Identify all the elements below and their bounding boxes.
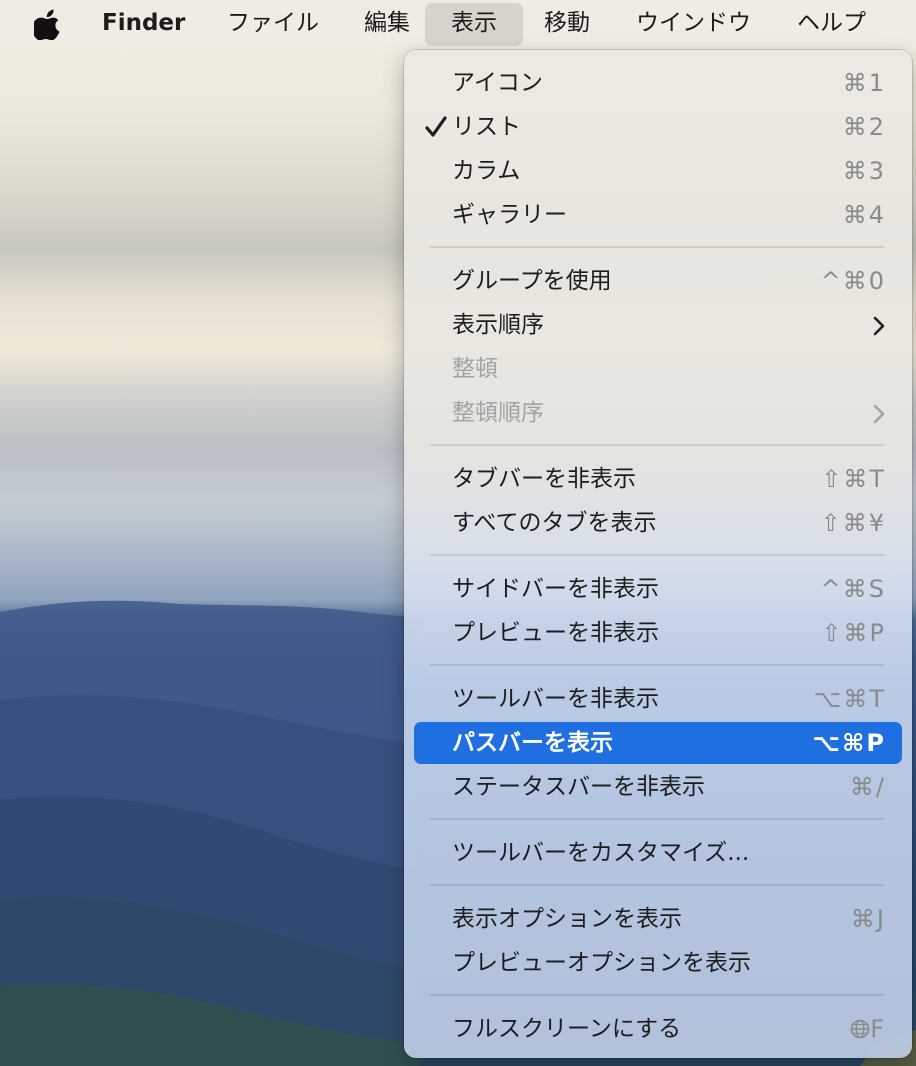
menu-item-label: 表示オプションを表示 <box>452 906 682 932</box>
menu-item-use-groups[interactable]: グループを使用 ^⌘0 <box>414 261 902 301</box>
view-menu: アイコン ⌘1 リスト ⌘2 カラム ⌘3 ギャラリー ⌘4 グループを使用 ^… <box>404 50 912 1058</box>
menu-item-label: サイドバーを非表示 <box>452 576 659 602</box>
menu-item-label: プレビューを非表示 <box>452 620 659 646</box>
menu-window[interactable]: ウインドウ <box>636 0 751 46</box>
menu-item-list-view[interactable]: リスト ⌘2 <box>414 107 902 147</box>
globe-icon <box>850 1019 870 1039</box>
menu-view[interactable]: 表示 <box>425 3 523 46</box>
menu-separator <box>430 664 884 666</box>
menu-item-column-view[interactable]: カラム ⌘3 <box>414 151 902 191</box>
menu-item-show-all-tabs[interactable]: すべてのタブを表示 ⇧⌘¥ <box>414 503 902 543</box>
menu-item-label: ギャラリー <box>452 202 567 228</box>
menu-item-label: すべてのタブを表示 <box>452 510 657 536</box>
menu-file[interactable]: ファイル <box>227 0 319 46</box>
menu-separator <box>430 554 884 556</box>
menu-item-hide-status-bar[interactable]: ステータスバーを非表示 ⌘/ <box>414 767 902 807</box>
menu-item-label: カラム <box>452 158 521 184</box>
shortcut-key: F <box>870 1015 886 1043</box>
menu-item-shortcut: ⇧⌘P <box>821 619 886 647</box>
menu-item-hide-sidebar[interactable]: サイドバーを非表示 ^⌘S <box>414 569 902 609</box>
menu-separator <box>430 994 884 996</box>
menu-finder[interactable]: Finder <box>102 0 185 46</box>
menu-item-label: アイコン <box>452 70 543 96</box>
menu-separator <box>430 444 884 446</box>
menu-item-shortcut: F <box>850 1009 886 1049</box>
menu-item-clean-up[interactable]: 整頓 <box>414 349 902 389</box>
menu-item-show-view-options[interactable]: 表示オプションを表示 ⌘J <box>414 899 902 939</box>
menu-item-label: タブバーを非表示 <box>452 466 636 492</box>
menu-item-hide-preview[interactable]: プレビューを非表示 ⇧⌘P <box>414 613 902 653</box>
menu-item-shortcut: ⇧⌘T <box>821 465 886 493</box>
menu-item-hide-toolbar[interactable]: ツールバーを非表示 ⌥⌘T <box>414 679 902 719</box>
menu-item-sort-by[interactable]: 表示順序 <box>414 305 902 345</box>
menu-edit[interactable]: 編集 <box>364 0 410 46</box>
menu-item-shortcut: ^⌘S <box>820 575 886 603</box>
menu-item-label: 整頓順序 <box>452 400 544 426</box>
menu-item-shortcut: ⌘1 <box>842 69 886 97</box>
menu-item-clean-up-by[interactable]: 整頓順序 <box>414 393 902 433</box>
menu-item-label: グループを使用 <box>452 268 612 294</box>
menu-item-label: プレビューオプションを表示 <box>452 950 751 976</box>
menu-item-label: パスバーを表示 <box>452 730 613 756</box>
menu-separator <box>430 884 884 886</box>
menu-item-shortcut: ⇧⌘¥ <box>820 509 886 537</box>
menu-item-shortcut: ⌘4 <box>842 201 886 229</box>
menu-item-label: 整頓 <box>452 356 498 382</box>
chevron-right-icon <box>873 316 885 336</box>
menu-separator <box>430 246 884 248</box>
menu-item-label: ツールバーをカスタマイズ... <box>452 840 750 866</box>
menu-bar: Finder ファイル 編集 表示 移動 ウインドウ ヘルプ <box>0 0 916 46</box>
menu-item-shortcut: ⌥⌘P <box>812 729 886 757</box>
menu-item-show-preview-options[interactable]: プレビューオプションを表示 <box>414 943 902 983</box>
menu-item-enter-full-screen[interactable]: フルスクリーンにする F <box>414 1009 902 1049</box>
menu-item-shortcut: ^⌘0 <box>820 267 886 295</box>
menu-item-label: フルスクリーンにする <box>452 1016 682 1042</box>
menu-item-shortcut: ⌘J <box>850 905 886 933</box>
menu-item-gallery-view[interactable]: ギャラリー ⌘4 <box>414 195 902 235</box>
menu-item-customize-toolbar[interactable]: ツールバーをカスタマイズ... <box>414 833 902 873</box>
chevron-right-icon <box>873 404 885 424</box>
apple-logo-icon[interactable] <box>34 8 62 40</box>
menu-item-shortcut: ⌘3 <box>842 157 886 185</box>
menu-item-shortcut: ⌥⌘T <box>813 685 886 713</box>
menu-item-label: ツールバーを非表示 <box>452 686 659 712</box>
menu-item-icon-view[interactable]: アイコン ⌘1 <box>414 63 902 103</box>
menu-separator <box>430 818 884 820</box>
menu-help[interactable]: ヘルプ <box>797 0 866 46</box>
menu-item-show-path-bar[interactable]: パスバーを表示 ⌥⌘P <box>414 722 902 764</box>
menu-item-shortcut: ⌘2 <box>842 113 886 141</box>
menu-item-hide-tab-bar[interactable]: タブバーを非表示 ⇧⌘T <box>414 459 902 499</box>
menu-go[interactable]: 移動 <box>544 0 590 46</box>
menu-item-label: リスト <box>452 114 521 140</box>
menu-item-label: 表示順序 <box>452 312 544 338</box>
menu-item-shortcut: ⌘/ <box>849 773 886 801</box>
checkmark-icon <box>425 116 447 137</box>
menu-item-label: ステータスバーを非表示 <box>452 774 705 800</box>
